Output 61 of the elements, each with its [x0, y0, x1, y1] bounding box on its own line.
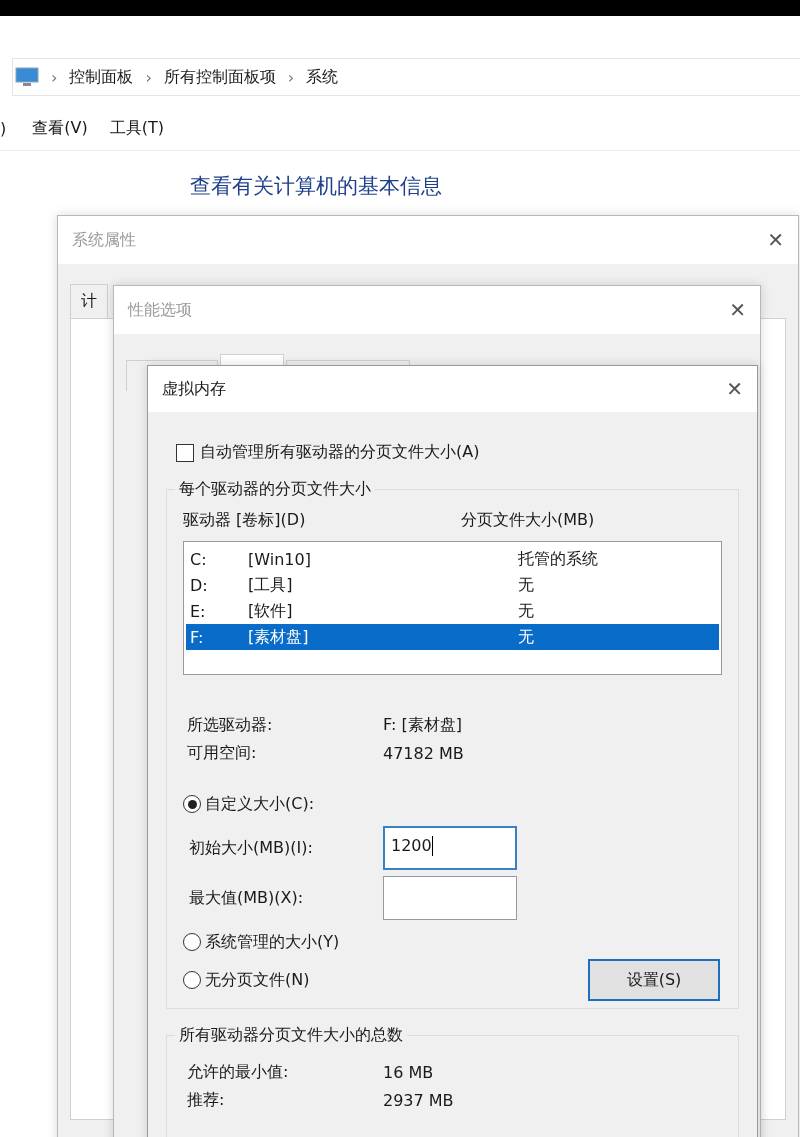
page-heading: 查看有关计算机的基本信息: [190, 173, 442, 200]
field-label: 最大值(MB)(X):: [188, 887, 305, 909]
group-title: 所有驱动器分页文件大小的总数: [175, 1025, 407, 1046]
radio-button[interactable]: [183, 795, 201, 813]
page-file-size: 无: [518, 600, 534, 622]
input-field[interactable]: 1200: [383, 826, 517, 870]
close-button[interactable]: ✕: [767, 228, 784, 252]
menu-item[interactable]: ): [0, 118, 7, 138]
window-title: 虚拟内存: [162, 378, 226, 400]
set-button[interactable]: 设置(S): [588, 959, 720, 1001]
page-file-size: 无: [518, 574, 534, 596]
list-row[interactable]: D: [工具] 无: [186, 572, 719, 598]
checkbox[interactable]: [176, 443, 194, 462]
column-header: 驱动器 [卷标](D): [183, 510, 307, 531]
breadcrumb-item[interactable]: 系统: [306, 66, 339, 88]
window-title: 系统属性: [72, 229, 136, 251]
info-value: 16 MB: [383, 1062, 434, 1082]
menu-item[interactable]: 查看(V): [32, 117, 88, 139]
volume-label: [工具]: [248, 574, 294, 596]
drive-letter: E:: [190, 601, 207, 621]
computer-icon: [15, 67, 39, 87]
info-value: 47182 MB: [383, 743, 464, 763]
field-label: 初始大小(MB)(I):: [188, 837, 314, 859]
close-button[interactable]: ✕: [729, 298, 746, 322]
address-bar[interactable]: › 控制面板 › 所有控制面板项 › 系统: [12, 58, 800, 96]
breadcrumb-item[interactable]: 所有控制面板项: [163, 66, 276, 88]
list-row[interactable]: C: [Win10] 托管的系统: [186, 546, 719, 572]
volume-label: [素材盘]: [248, 626, 310, 648]
input-field[interactable]: [383, 876, 517, 920]
menu-item[interactable]: 工具(T): [109, 117, 164, 139]
checkbox-label: 自动管理所有驱动器的分页文件大小(A): [200, 442, 480, 463]
page-file-size: 托管的系统: [518, 548, 598, 570]
group-title: 每个驱动器的分页文件大小: [175, 479, 375, 500]
info-label: 允许的最小值:: [186, 1061, 290, 1083]
radio-button[interactable]: [183, 933, 201, 951]
info-label: 所选驱动器:: [186, 714, 274, 736]
radio-button[interactable]: [183, 971, 201, 989]
volume-label: [软件]: [248, 600, 294, 622]
column-header: 分页文件大小(MB): [461, 510, 595, 531]
close-button[interactable]: ✕: [726, 377, 743, 401]
page-file-size: 无: [518, 626, 534, 648]
radio-label: 自定义大小(C):: [205, 793, 315, 815]
info-value: F: [素材盘]: [383, 714, 462, 736]
info-value: 2937 MB: [383, 1090, 454, 1110]
chevron-separator: ›: [287, 67, 295, 87]
drive-letter: F:: [190, 627, 205, 647]
drive-letter: D:: [190, 575, 209, 595]
breadcrumb-item[interactable]: 控制面板: [69, 66, 134, 88]
window-title: 性能选项: [128, 299, 192, 321]
chevron-separator: ›: [51, 67, 58, 87]
drive-list[interactable]: C: [Win10] 托管的系统 D: [工具] 无 E: [软件] 无 F: [素材盘] 无: [183, 541, 722, 675]
radio-label: 无分页文件(N): [205, 969, 310, 991]
list-row[interactable]: F: [素材盘] 无: [186, 624, 719, 650]
volume-label: [Win10]: [248, 549, 312, 569]
drive-letter: C:: [190, 549, 208, 569]
radio-label: 系统管理的大小(Y): [205, 931, 340, 953]
tab[interactable]: 计: [70, 284, 108, 318]
info-label: 推荐:: [186, 1089, 226, 1111]
chevron-separator: ›: [145, 67, 152, 87]
list-row[interactable]: E: [软件] 无: [186, 598, 719, 624]
info-label: 可用空间:: [186, 742, 258, 764]
